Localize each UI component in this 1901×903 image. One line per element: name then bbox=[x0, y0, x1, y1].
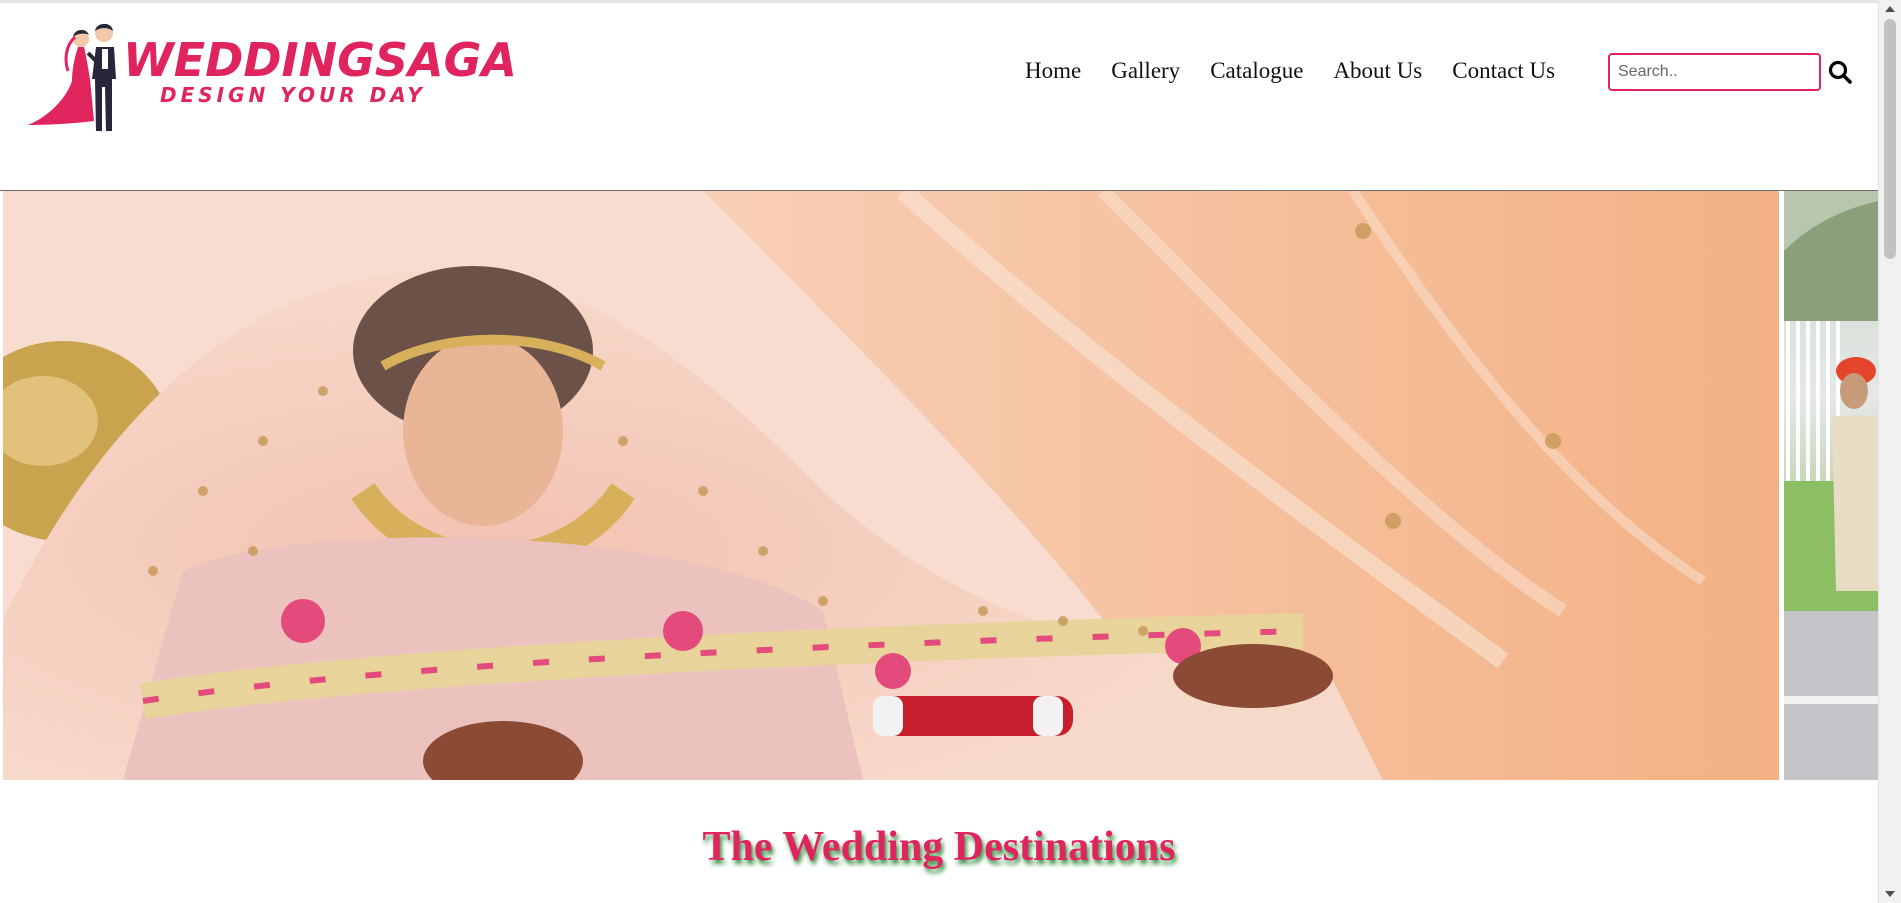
groom-procession-photo bbox=[1784, 191, 1878, 780]
nav-gallery-link[interactable]: Gallery bbox=[1096, 58, 1195, 84]
section-title: The Wedding Destinations bbox=[702, 824, 1176, 870]
hero-carousel[interactable] bbox=[3, 191, 1878, 780]
page: WEDDINGSAGA DESIGN YOUR DAY Home Gallery… bbox=[0, 0, 1901, 903]
site-header: WEDDINGSAGA DESIGN YOUR DAY Home Gallery… bbox=[0, 3, 1878, 191]
nav-home-link[interactable]: Home bbox=[1010, 58, 1096, 84]
nav-about-us-link[interactable]: About Us bbox=[1318, 58, 1437, 84]
search-icon bbox=[1828, 60, 1852, 84]
nav-contact-us-link[interactable]: Contact Us bbox=[1437, 58, 1570, 84]
nav-catalogue-link[interactable]: Catalogue bbox=[1195, 58, 1318, 84]
logo-tagline: DESIGN YOUR DAY bbox=[160, 83, 426, 107]
hero-slide-bride bbox=[3, 191, 1779, 780]
wedding-couple-icon bbox=[28, 23, 116, 131]
scroll-thumb[interactable] bbox=[1884, 19, 1896, 259]
search-button[interactable] bbox=[1826, 59, 1854, 87]
page-scrollbar[interactable] bbox=[1878, 0, 1901, 903]
bride-with-veil-photo bbox=[3, 191, 1779, 780]
hero-slide-groom bbox=[1784, 191, 1878, 780]
search-input[interactable] bbox=[1608, 53, 1821, 91]
scroll-down-arrow-icon[interactable] bbox=[1885, 891, 1895, 897]
logo-title: WEDDINGSAGA bbox=[123, 33, 517, 87]
site-logo[interactable]: WEDDINGSAGA DESIGN YOUR DAY bbox=[28, 19, 517, 144]
main-nav: Home Gallery Catalogue About Us Contact … bbox=[1010, 51, 1570, 91]
scroll-up-arrow-icon[interactable] bbox=[1885, 6, 1895, 12]
